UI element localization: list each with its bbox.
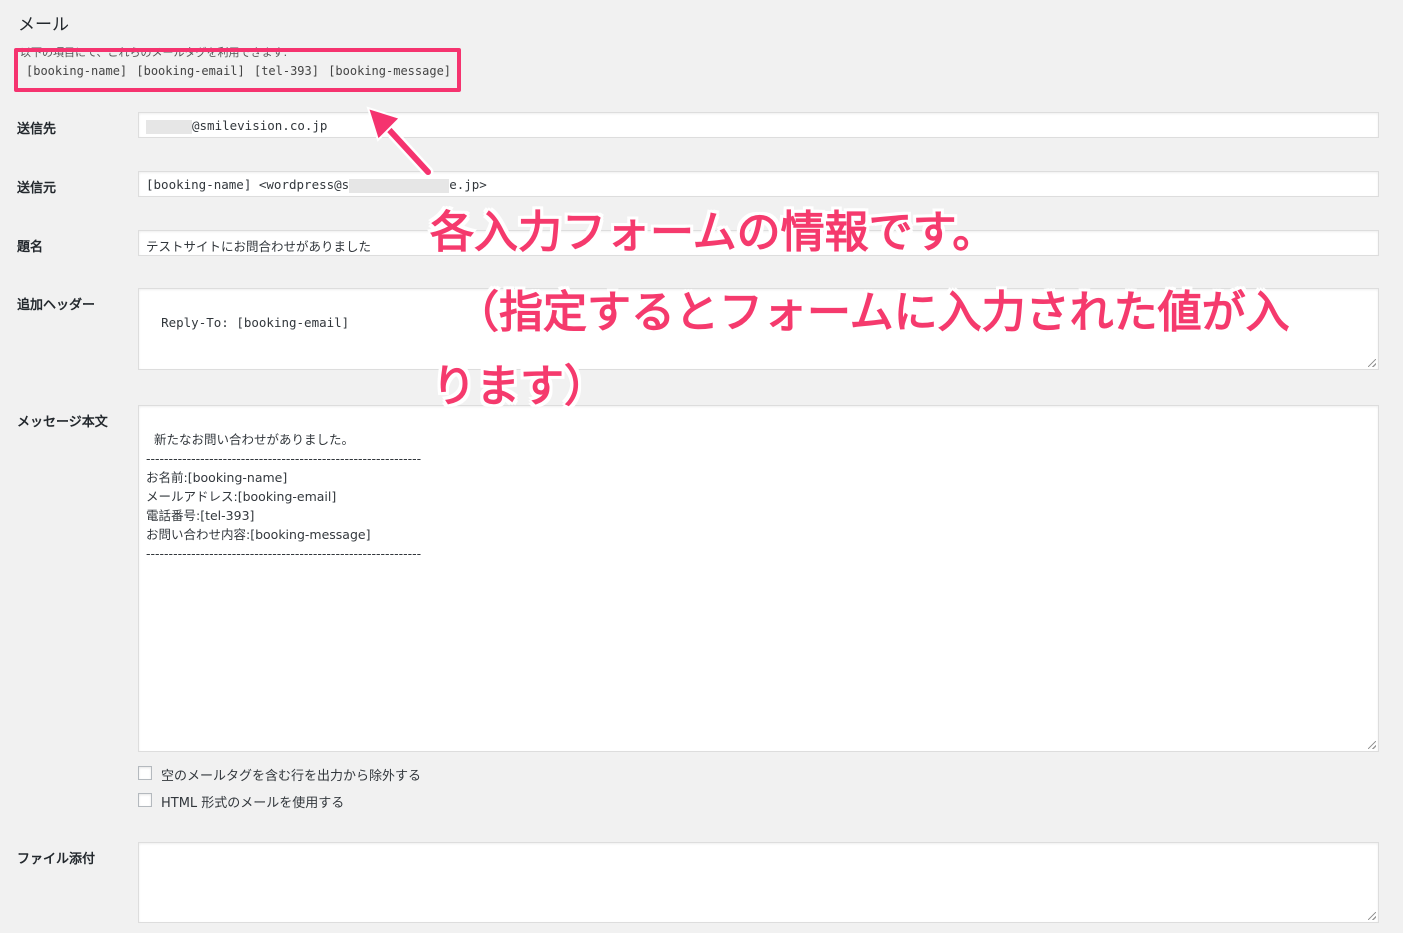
subject-label: 題名 <box>17 240 44 255</box>
exclude-blank-label[interactable]: 空のメールタグを含む行を出力から除外する <box>161 765 421 784</box>
annotation-line-3: ります） <box>432 361 608 412</box>
mail-section-title: メール <box>18 15 69 35</box>
attachments-textarea[interactable] <box>138 842 1379 923</box>
to-value: @smilevision.co.jp <box>192 118 328 133</box>
body-textarea[interactable]: 新たなお問い合わせがありました。 -----------------------… <box>138 405 1379 752</box>
to-input[interactable]: @smilevision.co.jp <box>138 112 1379 138</box>
use-html-label[interactable]: HTML 形式のメールを使用する <box>161 792 344 811</box>
annotation-arrow-icon <box>366 106 434 178</box>
body-label: メッセージ本文 <box>17 415 108 430</box>
annotation-highlight-box <box>14 48 461 92</box>
resize-handle-icon[interactable] <box>1368 741 1376 749</box>
from-label: 送信元 <box>17 181 57 196</box>
headers-value: Reply-To: [booking-email] <box>161 315 350 330</box>
resize-handle-icon[interactable] <box>1368 912 1376 920</box>
subject-value: テストサイトにお問合わせがありました <box>146 239 372 254</box>
annotation-line-1: 各入力フォームの情報です。 <box>430 207 997 258</box>
annotation-line-2: （指定するとフォームに入力された値が入 <box>455 287 1290 338</box>
headers-label: 追加ヘッダー <box>17 298 96 313</box>
from-value-suffix: e.jp> <box>449 177 487 192</box>
resize-handle-icon[interactable] <box>1368 359 1376 367</box>
use-html-checkbox[interactable] <box>138 793 152 807</box>
to-label: 送信先 <box>17 122 57 137</box>
redacted-text <box>146 119 192 134</box>
attachments-label: ファイル添付 <box>17 852 96 867</box>
exclude-blank-checkbox[interactable] <box>138 766 152 780</box>
from-value-prefix: [booking-name] <wordpress@s <box>146 177 350 192</box>
from-input[interactable]: [booking-name] <wordpress@s e.jp> <box>138 171 1379 197</box>
body-value: 新たなお問い合わせがありました。 -----------------------… <box>146 432 422 561</box>
